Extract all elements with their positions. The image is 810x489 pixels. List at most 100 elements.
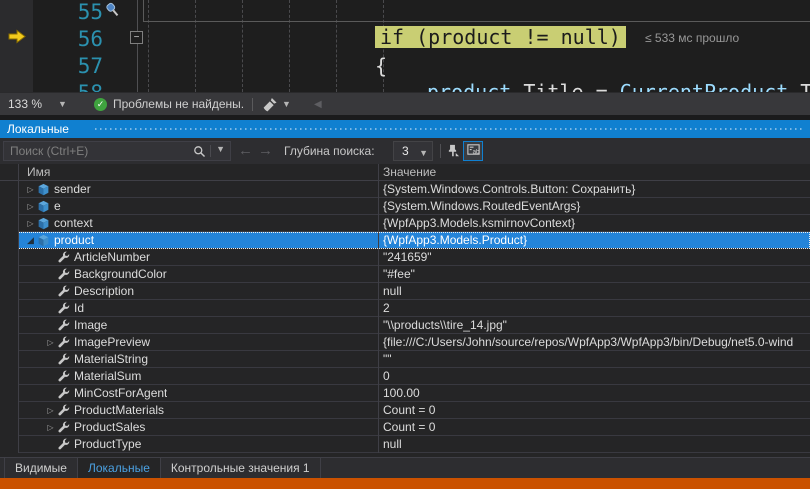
- property-icon: [57, 404, 70, 417]
- variable-row[interactable]: ▷ e {System.Windows.RoutedEventArgs}: [18, 198, 810, 215]
- variable-value[interactable]: null: [378, 436, 808, 452]
- object-icon: [37, 217, 50, 230]
- variable-value[interactable]: "241659": [378, 249, 808, 265]
- search-next-button[interactable]: →: [258, 138, 273, 164]
- locals-window-titlebar[interactable]: Локальные: [0, 120, 810, 138]
- indent-guide: [242, 0, 243, 92]
- property-icon: [57, 251, 70, 264]
- variable-row[interactable]: Description null: [18, 283, 810, 300]
- line-number-58: 58: [45, 81, 103, 92]
- datatip-border: [143, 0, 144, 21]
- variable-row[interactable]: Image "\\products\\tire_14.jpg": [18, 317, 810, 334]
- code-token: product: [427, 80, 511, 92]
- expander-icon[interactable]: ▷: [44, 406, 57, 415]
- expander-icon[interactable]: ▷: [24, 202, 37, 211]
- tab-autos[interactable]: Видимые: [4, 458, 78, 479]
- broom-dropdown-caret-icon[interactable]: ▼: [282, 93, 291, 116]
- variable-row[interactable]: ProductType null: [18, 436, 810, 453]
- variable-row[interactable]: ◢ product {WpfApp3.Models.Product}: [18, 232, 810, 249]
- variable-row[interactable]: MinCostForAgent 100.00: [18, 385, 810, 402]
- variable-name: ImagePreview: [74, 335, 150, 349]
- property-icon: [57, 268, 70, 281]
- variable-name: ProductMaterials: [74, 403, 164, 417]
- object-icon: [37, 200, 50, 213]
- variable-row[interactable]: BackgroundColor "#fee": [18, 266, 810, 283]
- variable-row[interactable]: MaterialSum 0: [18, 368, 810, 385]
- variable-value[interactable]: Count = 0: [378, 402, 808, 418]
- variable-value[interactable]: 2: [378, 300, 808, 316]
- variable-value[interactable]: "\\products\\tire_14.jpg": [378, 317, 808, 333]
- variable-row[interactable]: ▷ ImagePreview {file:///C:/Users/John/so…: [18, 334, 810, 351]
- expander-icon[interactable]: ▷: [44, 338, 57, 347]
- zoom-dropdown-caret-icon[interactable]: ▼: [58, 93, 67, 116]
- pin-icon: [104, 1, 122, 25]
- pin-properties-button[interactable]: [444, 143, 461, 160]
- expander-icon[interactable]: ▷: [24, 185, 37, 194]
- variable-name: MaterialString: [74, 352, 148, 366]
- variable-row[interactable]: ArticleNumber "241659": [18, 249, 810, 266]
- variable-value[interactable]: 100.00: [378, 385, 808, 401]
- variable-row[interactable]: ▷ ProductMaterials Count = 0: [18, 402, 810, 419]
- locals-toolbar: Поиск (Ctrl+E) ▼ ← → Глубина поиска: 3 ▼…: [0, 138, 810, 164]
- variable-value[interactable]: "#fee": [378, 266, 808, 282]
- grid-header[interactable]: Имя Значение: [0, 164, 810, 181]
- variable-value[interactable]: Count = 0: [378, 419, 808, 435]
- variable-value[interactable]: {System.Windows.Controls.Button: Сохрани…: [378, 181, 808, 197]
- variable-value[interactable]: {WpfApp3.Models.Product}: [378, 232, 808, 248]
- variable-name: Image: [74, 318, 107, 332]
- variable-row[interactable]: ▷ ProductSales Count = 0: [18, 419, 810, 436]
- tab-locals[interactable]: Локальные: [78, 458, 161, 479]
- outlining-guide: [137, 0, 138, 92]
- search-depth-select[interactable]: 3 ▼: [393, 141, 433, 161]
- expander-icon[interactable]: ▷: [24, 219, 37, 228]
- health-status-text[interactable]: Проблемы не найдены.: [113, 93, 244, 116]
- code-token: .Ti: [788, 80, 810, 92]
- text-format-toggle-button[interactable]: ab: [463, 141, 483, 161]
- tool-window-tabs: Видимые Локальные Контрольные значения 1: [0, 457, 810, 478]
- search-depth-value: 3: [402, 144, 409, 158]
- variable-row[interactable]: Id 2: [18, 300, 810, 317]
- variable-row[interactable]: ▷ sender {System.Windows.Controls.Button…: [18, 181, 810, 198]
- collapse-region-toggle[interactable]: −: [130, 31, 143, 44]
- property-icon: [57, 370, 70, 383]
- variable-value[interactable]: {file:///C:/Users/John/source/repos/WpfA…: [378, 334, 808, 350]
- locals-window-title: Локальные: [7, 120, 69, 138]
- variable-name: product: [54, 233, 94, 247]
- editor-zoom-control[interactable]: 133 %: [8, 93, 42, 116]
- health-check-icon[interactable]: ✓: [94, 98, 107, 111]
- code-editor[interactable]: 55 56 57 58 − if (product != null) ≤ 533…: [0, 0, 810, 92]
- variable-value[interactable]: 0: [378, 368, 808, 384]
- variable-name: BackgroundColor: [74, 267, 167, 281]
- variable-value[interactable]: "": [378, 351, 808, 367]
- grid-rows: ▷ sender {System.Windows.Controls.Button…: [0, 181, 810, 453]
- indent-guide: [289, 0, 290, 92]
- variable-row[interactable]: ▷ context {WpfApp3.Models.ksmirnovContex…: [18, 215, 810, 232]
- search-icon[interactable]: [193, 145, 206, 163]
- search-placeholder: Поиск (Ctrl+E): [10, 142, 88, 160]
- tab-watch-1[interactable]: Контрольные значения 1: [161, 458, 321, 479]
- variable-value[interactable]: {WpfApp3.Models.ksmirnovContext}: [378, 215, 808, 231]
- variable-value[interactable]: null: [378, 283, 808, 299]
- vs-debugger-region: 55 56 57 58 − if (product != null) ≤ 533…: [0, 0, 810, 489]
- code-line-58[interactable]: product.Title = CurrentProduct.Ti: [427, 80, 810, 92]
- perf-tip[interactable]: ≤ 533 мс прошло: [645, 31, 739, 45]
- search-options-caret-icon[interactable]: ▼: [216, 144, 225, 154]
- hscroll-left-arrow-icon[interactable]: ◀: [314, 93, 322, 116]
- variable-name: context: [54, 216, 93, 230]
- search-prev-button[interactable]: ←: [238, 138, 253, 164]
- variable-row[interactable]: MaterialString "": [18, 351, 810, 368]
- expander-icon[interactable]: ▷: [44, 423, 57, 432]
- current-statement-code[interactable]: if (product != null): [375, 26, 626, 48]
- column-header-value[interactable]: Значение: [383, 164, 436, 180]
- ab-glyph: ab: [472, 149, 479, 156]
- code-line-57[interactable]: {: [375, 54, 387, 78]
- variable-name: Id: [74, 301, 84, 315]
- variable-name: e: [54, 199, 61, 213]
- variable-value[interactable]: {System.Windows.RoutedEventArgs}: [378, 198, 808, 214]
- variable-name: ProductType: [74, 437, 141, 451]
- column-header-name[interactable]: Имя: [27, 164, 50, 180]
- search-input[interactable]: Поиск (Ctrl+E) ▼: [3, 141, 231, 161]
- expander-icon[interactable]: ◢: [24, 235, 37, 246]
- column-splitter[interactable]: [378, 164, 379, 453]
- cleanup-broom-icon[interactable]: [262, 97, 278, 115]
